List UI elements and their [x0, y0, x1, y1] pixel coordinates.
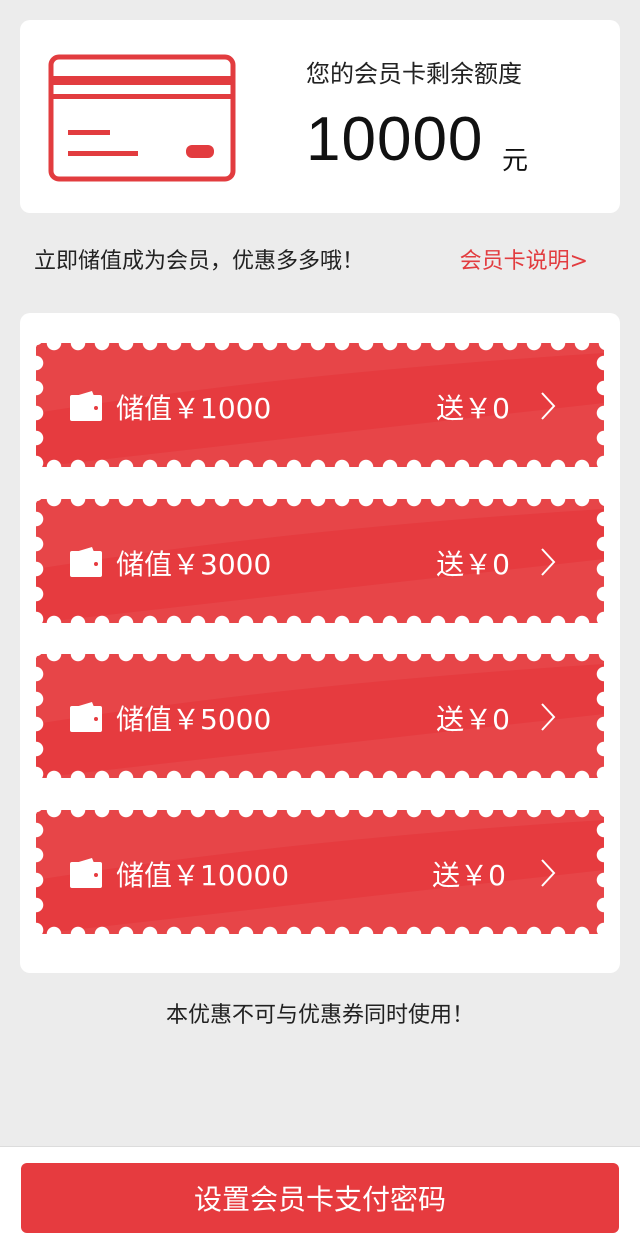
- bottom-bar: 设置会员卡支付密码: [0, 1146, 640, 1247]
- bonus-amount: 送￥0: [436, 548, 510, 581]
- bonus-amount: 送￥0: [436, 392, 510, 425]
- wallet-icon: [70, 700, 102, 736]
- bonus-amount: 送￥0: [432, 859, 506, 892]
- wallet-icon: [70, 389, 102, 425]
- chevron-right-icon: [540, 391, 556, 425]
- chevron-right-icon: [540, 858, 556, 892]
- recharge-option[interactable]: 储值￥1000 送￥0: [36, 343, 604, 467]
- bonus-amount: 送￥0: [436, 703, 510, 736]
- wallet-icon: [70, 545, 102, 581]
- set-payment-password-button[interactable]: 设置会员卡支付密码: [21, 1163, 619, 1233]
- recharge-option[interactable]: 储值￥10000 送￥0: [36, 810, 604, 934]
- recharge-options-panel: 储值￥1000 送￥0 储值￥3000 送￥0 储值￥5000 送￥0 储值￥1…: [20, 313, 620, 973]
- balance-amount: 10000: [306, 105, 484, 174]
- recharge-option[interactable]: 储值￥3000 送￥0: [36, 499, 604, 623]
- chevron-right-icon: [540, 702, 556, 736]
- credit-card-icon: [48, 54, 236, 186]
- recharge-amount: 储值￥10000: [116, 859, 290, 892]
- wallet-icon: [70, 856, 102, 892]
- promo-text: 立即储值成为会员，优惠多多哦！: [34, 249, 365, 274]
- card-info-link[interactable]: 会员卡说明>: [460, 243, 588, 275]
- chevron-right-icon: [540, 547, 556, 581]
- notice-text: 本优惠不可与优惠券同时使用！: [165, 1003, 474, 1028]
- balance-label: 您的会员卡剩余额度: [306, 60, 522, 88]
- recharge-option[interactable]: 储值￥5000 送￥0: [36, 654, 604, 778]
- balance-card: 您的会员卡剩余额度 10000 元: [20, 20, 620, 213]
- balance-unit: 元: [502, 146, 529, 176]
- recharge-amount: 储值￥3000: [116, 548, 272, 581]
- recharge-amount: 储值￥1000: [116, 392, 272, 425]
- recharge-amount: 储值￥5000: [116, 703, 272, 736]
